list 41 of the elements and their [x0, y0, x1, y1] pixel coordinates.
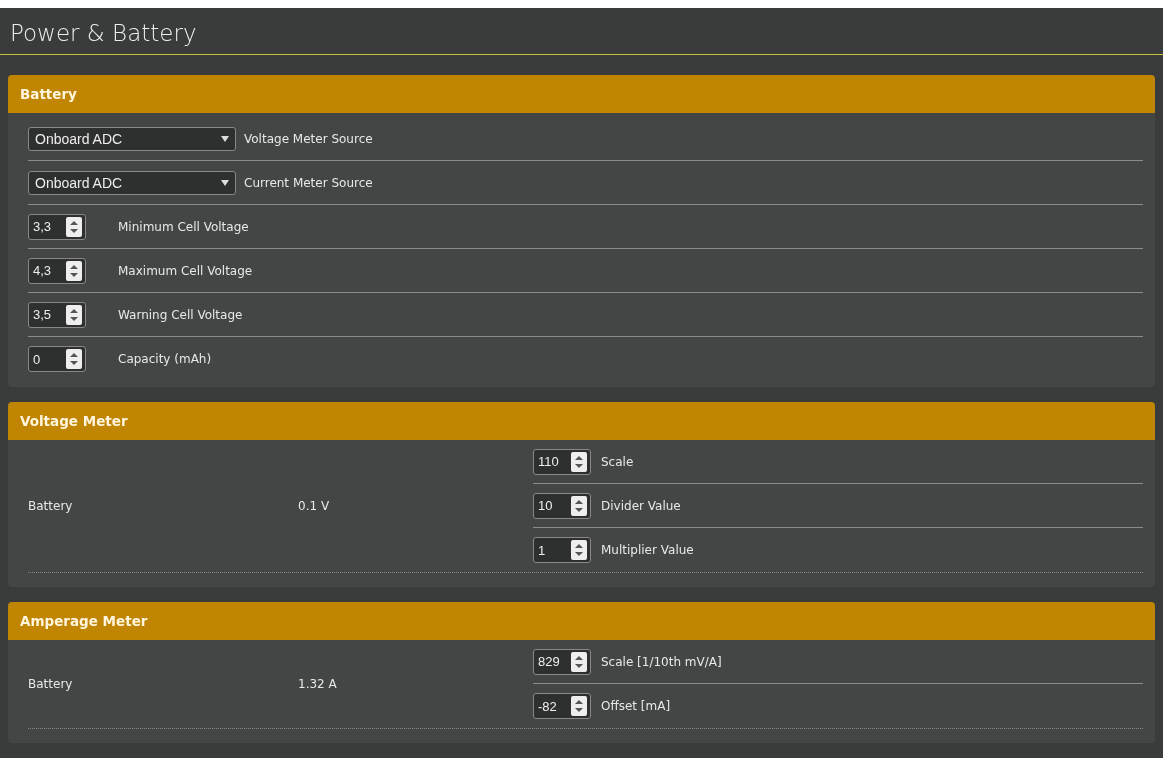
number-spinner[interactable]: 3,5	[28, 301, 86, 328]
setting-label: Divider Value	[601, 498, 681, 513]
spinner-arrows-icon[interactable]	[66, 260, 82, 281]
spinner-arrows-icon[interactable]	[66, 216, 82, 237]
setting-label: Maximum Cell Voltage	[118, 263, 253, 278]
dropdown[interactable]: Onboard ADC	[28, 170, 236, 195]
dropdown[interactable]: Onboard ADC	[28, 126, 236, 151]
caret-icon	[221, 135, 229, 142]
number-spinner[interactable]: 0	[28, 346, 86, 372]
spinner-arrows-icon[interactable]	[66, 304, 82, 325]
setting-label: Capacity (mAh)	[118, 352, 212, 366]
setting-label: Voltage Meter Source	[244, 131, 373, 146]
number-spinner[interactable]: 3,3	[28, 213, 86, 240]
spinner-arrows-icon[interactable]	[571, 651, 587, 672]
setting-label: Warning Cell Voltage	[118, 307, 243, 322]
meter-reading: 1.32 A	[298, 677, 338, 691]
spinner-arrows-icon[interactable]	[571, 696, 587, 716]
number-spinner[interactable]: 829	[533, 648, 591, 675]
spinner-arrows-icon[interactable]	[66, 349, 82, 369]
spinner-arrows-icon[interactable]	[571, 451, 587, 472]
number-spinner[interactable]: 4,3	[28, 257, 86, 284]
number-spinner[interactable]: -82	[533, 693, 591, 719]
setting-label: Scale [1/10th mV/A]	[601, 654, 722, 669]
meter-name: Battery	[28, 677, 74, 691]
meter-reading: 0.1 V	[298, 499, 331, 513]
setting-label: Scale	[601, 454, 634, 469]
setting-label: Minimum Cell Voltage	[118, 219, 249, 234]
number-spinner[interactable]: 1	[533, 537, 591, 563]
setting-label: Offset [mA]	[601, 699, 671, 713]
section-header: Battery	[8, 75, 1155, 113]
section-header: Amperage Meter	[8, 602, 1155, 640]
page-title: Power & Battery	[9, 19, 198, 48]
caret-icon	[221, 179, 229, 186]
number-spinner[interactable]: 110	[533, 448, 591, 475]
spinner-arrows-icon[interactable]	[571, 540, 587, 560]
section-header: Voltage Meter	[8, 402, 1155, 440]
setting-label: Current Meter Source	[244, 175, 373, 190]
number-spinner[interactable]: 10	[533, 492, 591, 519]
meter-name: Battery	[28, 499, 74, 513]
setting-label: Multiplier Value	[601, 543, 694, 557]
spinner-arrows-icon[interactable]	[571, 495, 587, 516]
